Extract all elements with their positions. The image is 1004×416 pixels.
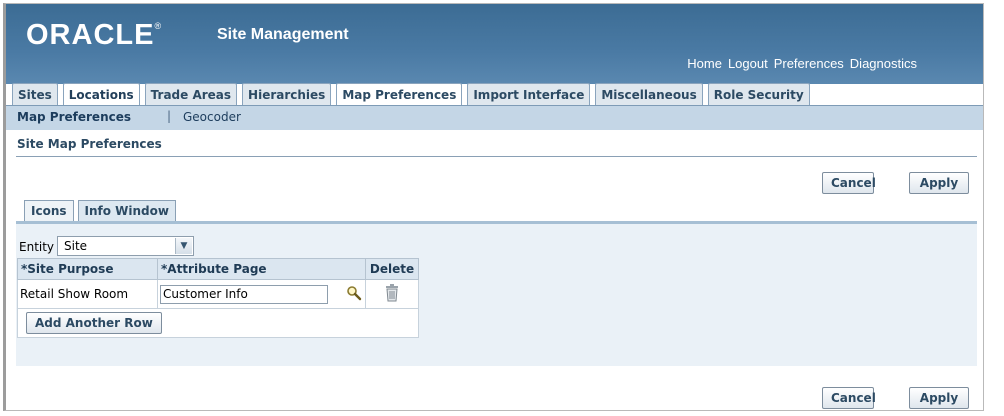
search-icon[interactable] bbox=[346, 285, 362, 304]
tab-hierarchies[interactable]: Hierarchies bbox=[242, 83, 332, 106]
oracle-logo: ORACLE® bbox=[26, 19, 163, 51]
table-row: Retail Show Room Customer Info bbox=[17, 279, 419, 309]
tab-miscellaneous[interactable]: Miscellaneous bbox=[595, 83, 703, 106]
app-header: ORACLE® Site Management Home Logout Pref… bbox=[6, 4, 983, 84]
add-row-cell: Add Another Row bbox=[17, 308, 419, 338]
tab-map-preferences[interactable]: Map Preferences bbox=[336, 83, 463, 106]
add-another-row-button[interactable]: Add Another Row bbox=[26, 312, 162, 334]
attribute-page-input[interactable]: Customer Info bbox=[160, 284, 328, 304]
tab-sites[interactable]: Sites bbox=[12, 83, 58, 106]
link-preferences[interactable]: Preferences bbox=[774, 56, 844, 71]
cancel-button-top[interactable]: Cancel bbox=[822, 172, 876, 194]
entity-select[interactable]: Site ▼ bbox=[57, 236, 194, 256]
apply-button-top[interactable]: Apply bbox=[909, 172, 969, 194]
column-attribute-page: *Attribute Page bbox=[157, 258, 366, 280]
tab-role-security[interactable]: Role Security bbox=[707, 83, 810, 106]
entity-label: Entity bbox=[19, 240, 55, 254]
subtab-info-window[interactable]: Info Window bbox=[77, 200, 176, 221]
app-frame: ORACLE® Site Management Home Logout Pref… bbox=[3, 3, 984, 411]
tab-trade-areas[interactable]: Trade Areas bbox=[144, 83, 238, 106]
main-tabs: Sites Locations Trade Areas Hierarchies … bbox=[12, 83, 810, 106]
trash-icon[interactable] bbox=[385, 283, 399, 305]
column-site-purpose: *Site Purpose bbox=[17, 258, 158, 280]
cell-delete bbox=[365, 279, 419, 309]
sub-navigation: Map Preferences | Geocoder bbox=[6, 105, 983, 130]
link-diagnostics[interactable]: Diagnostics bbox=[850, 56, 917, 71]
title-divider bbox=[16, 156, 977, 157]
chevron-down-icon[interactable]: ▼ bbox=[175, 238, 192, 254]
app-title: Site Management bbox=[217, 26, 349, 43]
subtab-icons[interactable]: Icons bbox=[24, 200, 74, 221]
page-title: Site Map Preferences bbox=[17, 137, 162, 151]
cell-site-purpose: Retail Show Room bbox=[17, 279, 158, 309]
sub-tabs: Icons Info Window bbox=[24, 200, 176, 221]
entity-select-value: Site bbox=[64, 239, 88, 253]
tab-import-interface[interactable]: Import Interface bbox=[467, 83, 591, 106]
link-logout[interactable]: Logout bbox=[728, 56, 768, 71]
cancel-button-bottom[interactable]: Cancel bbox=[822, 387, 876, 409]
column-delete: Delete bbox=[365, 258, 419, 280]
tab-locations[interactable]: Locations bbox=[62, 83, 140, 106]
subnav-geocoder[interactable]: Geocoder bbox=[183, 110, 241, 124]
link-home[interactable]: Home bbox=[687, 56, 722, 71]
apply-button-bottom[interactable]: Apply bbox=[909, 387, 969, 409]
cell-attribute-page: Customer Info bbox=[157, 279, 366, 309]
table-footer-row: Add Another Row bbox=[17, 308, 419, 338]
global-links: Home Logout Preferences Diagnostics bbox=[687, 56, 917, 71]
table-header-row: *Site Purpose *Attribute Page Delete bbox=[17, 258, 419, 280]
subnav-map-preferences[interactable]: Map Preferences bbox=[17, 110, 131, 124]
site-purpose-table: *Site Purpose *Attribute Page Delete Ret… bbox=[17, 258, 419, 338]
subnav-separator: | bbox=[167, 109, 172, 123]
